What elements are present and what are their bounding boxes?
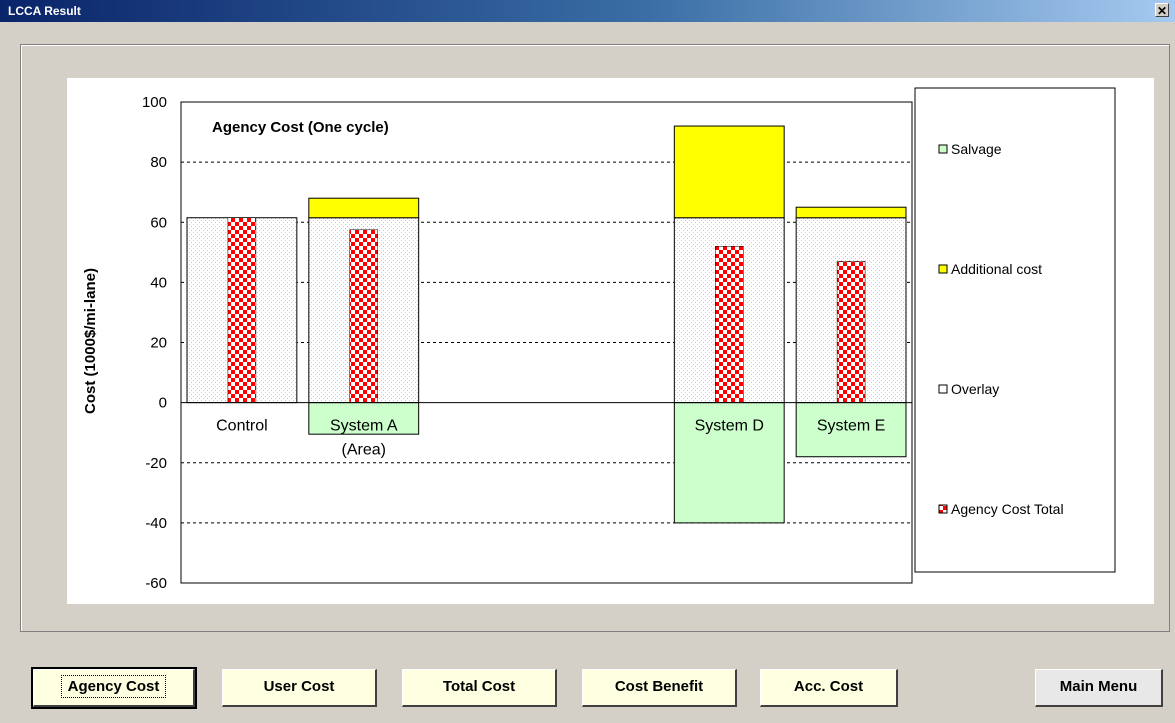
y-tick-label: -20 <box>145 455 167 472</box>
user-cost-button[interactable]: User Cost <box>222 669 377 707</box>
additional-cost-bar <box>673 125 785 219</box>
y-tick-label: 0 <box>159 395 167 412</box>
legend-box <box>914 87 1116 573</box>
y-tick-label: 80 <box>150 154 167 171</box>
chart-title: Agency Cost (One cycle) <box>212 119 389 136</box>
legend-label: Additional cost <box>951 261 1042 277</box>
y-tick-label: 60 <box>150 214 167 231</box>
additional-cost-bar <box>795 206 907 219</box>
y-tick-label: 100 <box>142 94 167 111</box>
close-icon[interactable]: ✕ <box>1155 3 1169 18</box>
window-title: LCCA Result <box>8 4 81 18</box>
y-tick-label: -40 <box>145 515 167 532</box>
category-label: Control <box>216 418 268 435</box>
additional-cost-bar <box>308 197 420 219</box>
category-label: System A <box>330 418 398 435</box>
main-menu-button[interactable]: Main Menu <box>1035 669 1163 707</box>
agency-cost-chart: Control System A (Area) System D System E 10… <box>82 87 1116 592</box>
agency-cost-total-bar <box>349 229 378 403</box>
agency-cost-total-bar <box>715 246 744 403</box>
y-tick-label: -60 <box>145 575 167 592</box>
acc-cost-button[interactable]: Acc. Cost <box>760 669 898 707</box>
category-sublabel: (Area) <box>342 442 386 459</box>
legend-swatch <box>938 144 948 154</box>
title-bar: LCCA Result ✕ <box>0 0 1175 22</box>
legend-label: Overlay <box>951 381 999 397</box>
chart-area: Control System A (Area) System D System E 10… <box>67 78 1154 604</box>
agency-cost-total-bar <box>227 217 257 403</box>
legend-swatch <box>938 504 948 514</box>
agency-cost-total-bar <box>836 261 866 403</box>
legend-label: Agency Cost Total <box>951 501 1064 517</box>
category-label: System E <box>817 418 885 435</box>
cost-benefit-button[interactable]: Cost Benefit <box>582 669 737 707</box>
y-tick-label: 40 <box>150 274 167 291</box>
total-cost-button[interactable]: Total Cost <box>402 669 557 707</box>
legend-swatch <box>938 264 948 274</box>
y-axis-label: Cost (1000$/mi-lane) <box>82 268 99 414</box>
agency-cost-button[interactable]: Agency Cost <box>31 667 197 709</box>
category-label: System D <box>695 418 764 435</box>
legend-label: Salvage <box>951 141 1002 157</box>
y-tick-label: 20 <box>150 335 167 352</box>
legend-swatch <box>938 384 948 394</box>
